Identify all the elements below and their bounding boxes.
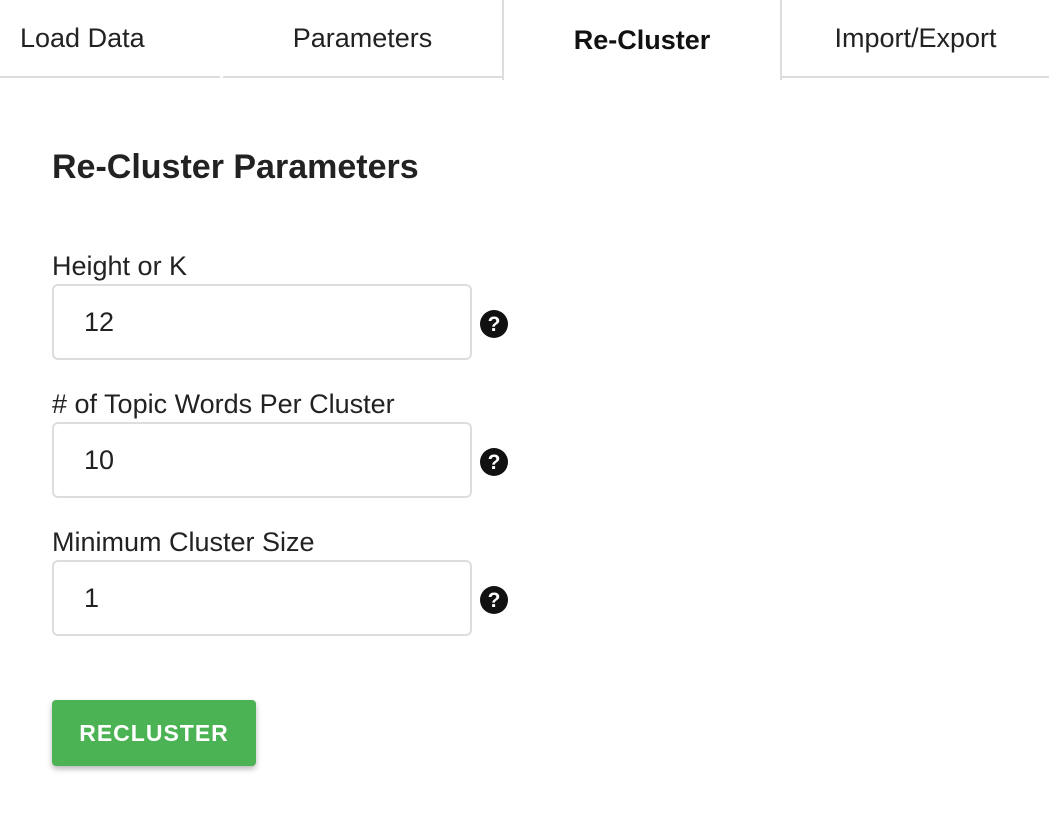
tab-parameters[interactable]: Parameters bbox=[223, 0, 502, 78]
topic-words-label: # of Topic Words Per Cluster bbox=[52, 389, 395, 419]
tab-re-cluster[interactable]: Re-Cluster bbox=[502, 0, 782, 80]
tab-load-data[interactable]: Load Data bbox=[0, 0, 220, 78]
question-circle-icon[interactable]: ? bbox=[480, 448, 508, 476]
tab-bar: Load Data Parameters Re-Cluster Import/E… bbox=[0, 0, 1049, 80]
question-circle-icon[interactable]: ? bbox=[480, 310, 508, 338]
page-title: Re-Cluster Parameters bbox=[52, 148, 419, 186]
tab-import-export[interactable]: Import/Export bbox=[782, 0, 1049, 78]
height-or-k-input[interactable] bbox=[52, 284, 472, 360]
min-cluster-size-input[interactable] bbox=[52, 560, 472, 636]
height-or-k-label: Height or K bbox=[52, 251, 188, 281]
question-circle-icon[interactable]: ? bbox=[480, 586, 508, 614]
recluster-button[interactable]: RECLUSTER bbox=[52, 700, 256, 766]
topic-words-input[interactable] bbox=[52, 422, 472, 498]
min-cluster-size-label: Minimum Cluster Size bbox=[52, 527, 315, 557]
